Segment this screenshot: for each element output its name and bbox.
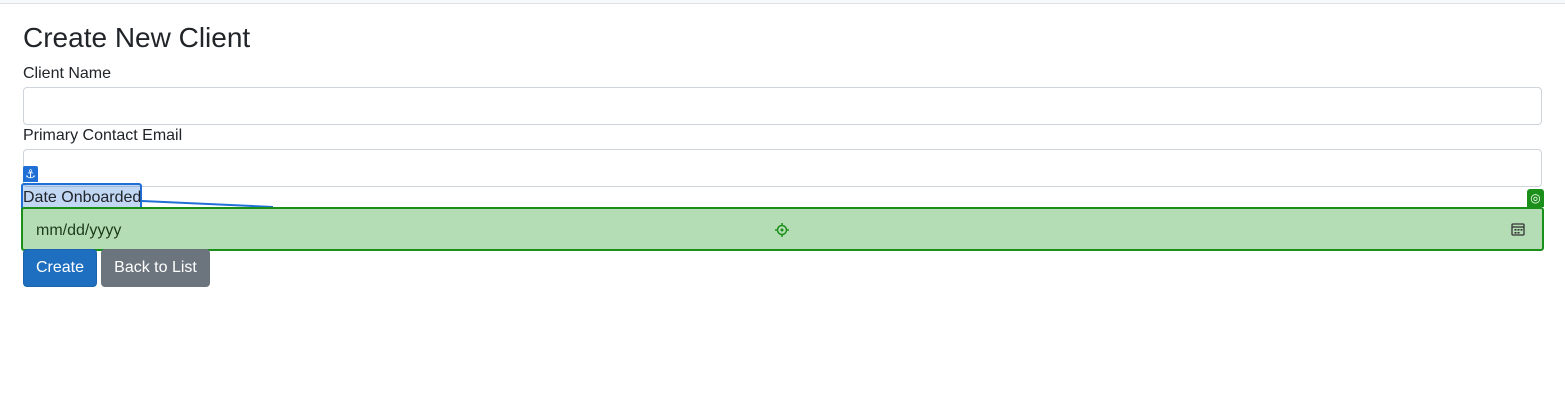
email-label: Primary Contact Email (23, 127, 183, 144)
target-icon: ◎ (1527, 189, 1544, 207)
client-name-label: Client Name (23, 65, 112, 82)
top-divider (0, 0, 1565, 4)
date-onboarded-label: Date Onboarded (23, 189, 142, 206)
email-input[interactable] (23, 149, 1542, 187)
anchor-icon: ⚓ (23, 166, 38, 182)
client-name-input[interactable] (23, 87, 1542, 125)
date-onboarded-input[interactable]: mm/dd/yyyy (21, 207, 1544, 251)
date-placeholder: mm/dd/yyyy (36, 222, 122, 239)
create-button[interactable]: Create (23, 249, 97, 287)
crosshair-icon (775, 223, 789, 237)
calendar-icon[interactable] (1511, 222, 1525, 236)
page-title: Create New Client (23, 22, 251, 53)
back-to-list-button[interactable]: Back to List (101, 249, 210, 287)
